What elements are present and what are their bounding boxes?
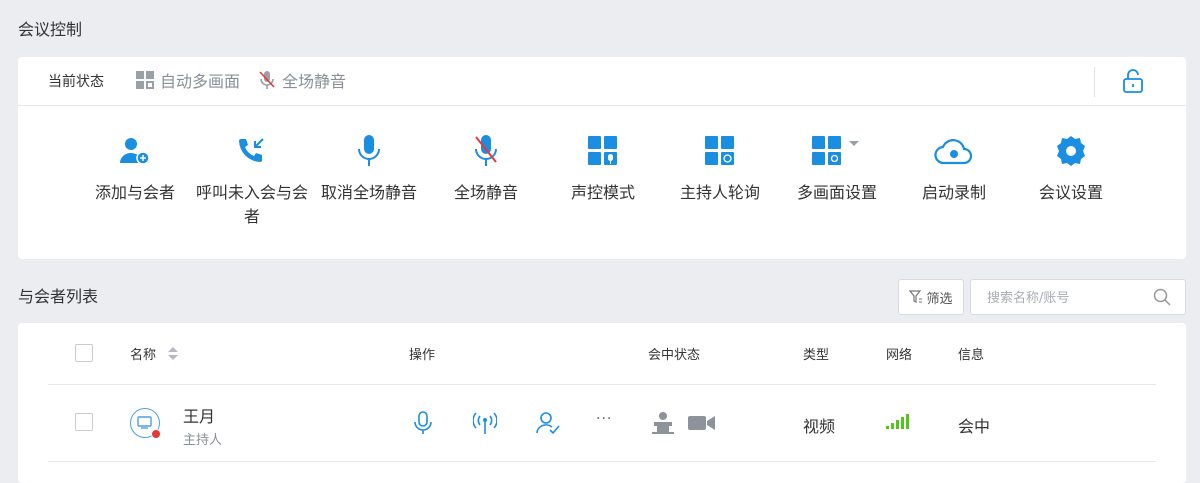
participant-type: 视频 — [803, 417, 836, 436]
participant-list-table: 名称 操作 会中状态 类型 网络 信息 王月 主持人 ··· 视频 会中 — [18, 323, 1186, 483]
microphone-icon[interactable] — [414, 411, 432, 435]
column-name-header: 名称 — [130, 348, 157, 363]
filter-button[interactable]: 筛选 — [898, 279, 964, 315]
call-absent-icon — [239, 138, 264, 162]
broadcast-icon[interactable] — [473, 411, 497, 435]
sort-icon[interactable] — [168, 347, 178, 361]
voice-control-layout-icon — [588, 136, 617, 165]
unlock-button[interactable] — [1122, 68, 1144, 98]
table-header: 名称 操作 会中状态 类型 网络 信息 — [18, 323, 1186, 385]
search-input[interactable] — [985, 280, 1149, 316]
voice-control-mode-button[interactable]: 声控模式 — [544, 107, 662, 205]
host-polling-button[interactable]: 主持人轮询 — [661, 107, 779, 205]
status-all-muted: 全场静音 — [258, 68, 346, 92]
meeting-control-panel: 当前状态 自动多画面 全场静音 添加与会者 呼叫未入会与会者 取消全场静音 全场… — [18, 57, 1186, 259]
select-all-checkbox[interactable] — [75, 344, 93, 362]
unmute-all-label: 取消全场静音 — [320, 183, 417, 202]
mute-all-button[interactable]: 全场静音 — [427, 107, 545, 205]
column-operations-header: 操作 — [409, 348, 436, 363]
current-status-bar: 当前状态 自动多画面 全场静音 — [18, 57, 1186, 106]
column-info-header: 信息 — [958, 348, 985, 363]
status-auto-multiscreen-label: 自动多画面 — [160, 72, 241, 91]
meeting-settings-label: 会议设置 — [1038, 183, 1103, 202]
microphone-muted-icon — [259, 71, 275, 89]
header-divider — [48, 384, 1156, 385]
meeting-control-title: 会议控制 — [18, 20, 83, 39]
search-icon[interactable] — [1153, 288, 1171, 306]
multi-screen-settings-icon — [812, 136, 859, 165]
participant-role: 主持人 — [183, 433, 223, 448]
microphone-muted-icon — [475, 135, 497, 166]
presenter-icon — [652, 412, 674, 434]
set-host-icon[interactable] — [536, 411, 560, 435]
status-auto-multiscreen: 自动多画面 — [136, 68, 240, 92]
add-participant-button[interactable]: 添加与会者 — [76, 107, 194, 205]
row-divider — [48, 461, 1156, 462]
more-options-button[interactable]: ··· — [596, 411, 612, 427]
microphone-icon — [358, 135, 380, 166]
mute-all-label: 全场静音 — [453, 183, 518, 202]
cloud-record-icon — [934, 139, 973, 165]
filter-icon — [909, 290, 923, 303]
participant-list-title: 与会者列表 — [18, 287, 99, 306]
filter-label: 筛选 — [926, 291, 953, 307]
multi-screen-settings-label: 多画面设置 — [796, 183, 877, 202]
current-status-label: 当前状态 — [48, 74, 104, 90]
video-camera-icon — [688, 416, 715, 430]
call-absent-label: 呼叫未入会与会者 — [195, 183, 308, 226]
participant-name: 王月 — [183, 407, 216, 426]
chevron-down-icon — [849, 141, 859, 146]
column-status-header: 会中状态 — [648, 348, 701, 363]
row-checkbox[interactable] — [75, 413, 93, 431]
add-participant-icon — [120, 138, 150, 165]
status-all-muted-label: 全场静音 — [282, 72, 347, 91]
host-polling-label: 主持人轮询 — [679, 183, 760, 202]
offline-dot — [151, 429, 161, 439]
start-recording-button[interactable]: 启动录制 — [895, 107, 1013, 205]
multi-screen-settings-button[interactable]: 多画面设置 — [778, 107, 896, 205]
column-network-header: 网络 — [886, 348, 913, 363]
multiscreen-icon — [136, 71, 154, 89]
divider — [1094, 67, 1095, 97]
control-actions: 添加与会者 呼叫未入会与会者 取消全场静音 全场静音 声控模式 主持人轮询 多画… — [18, 107, 1186, 257]
call-absent-button[interactable]: 呼叫未入会与会者 — [193, 107, 311, 229]
unmute-all-button[interactable]: 取消全场静音 — [310, 107, 428, 205]
gear-icon — [1057, 136, 1085, 166]
network-signal-icon — [886, 414, 909, 429]
participant-info: 会中 — [958, 417, 991, 436]
host-polling-layout-icon — [705, 136, 734, 165]
unlock-icon — [1123, 69, 1143, 93]
meeting-settings-button[interactable]: 会议设置 — [1012, 107, 1130, 205]
add-participant-label: 添加与会者 — [94, 183, 175, 202]
column-type-header: 类型 — [803, 348, 830, 363]
search-box — [970, 279, 1186, 316]
start-recording-label: 启动录制 — [921, 183, 986, 202]
voice-control-mode-label: 声控模式 — [570, 183, 635, 202]
